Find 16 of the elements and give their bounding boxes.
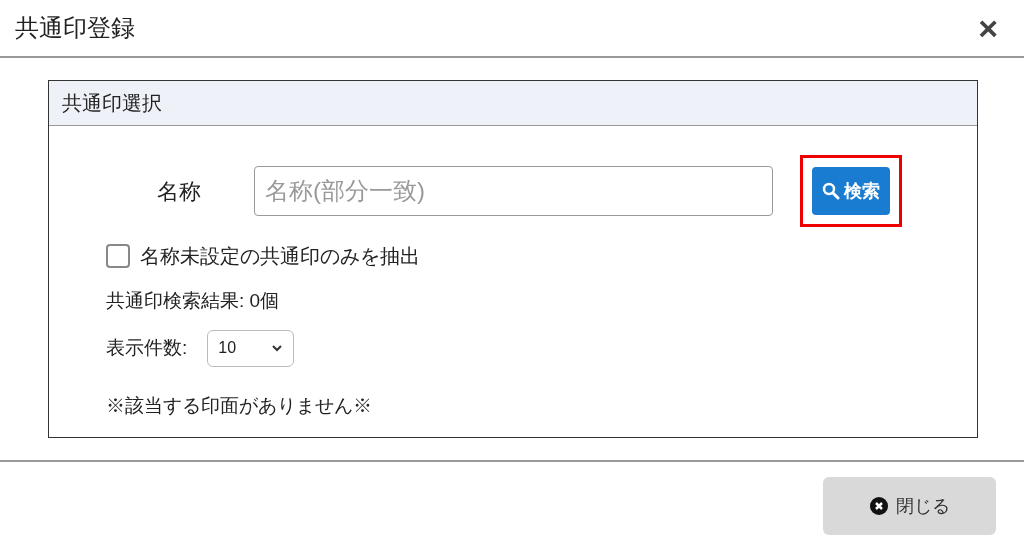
name-input-field[interactable]: 名称(部分一致) — [254, 166, 773, 216]
window-title: 共通印登録 — [15, 13, 135, 43]
page-size-dropdown[interactable]: 10 — [207, 329, 295, 367]
search-icon — [822, 182, 840, 200]
result-count-text: 共通印検索結果: 0個 — [106, 289, 281, 313]
no-results-message: ※該当する印面がありません※ — [106, 393, 373, 418]
panel-title: 共通印選択 — [62, 91, 162, 116]
close-dialog-button[interactable]: 閉じる — [823, 477, 996, 535]
checkbox-label[interactable]: 名称未設定の共通印のみを抽出 — [140, 241, 420, 271]
close-button[interactable]: × — [978, 11, 998, 45]
checkbox[interactable] — [106, 244, 130, 268]
close-circle-icon — [869, 497, 888, 515]
chevron-down-icon — [271, 344, 284, 352]
field-label: 名称 — [156, 177, 202, 206]
page-size-label: 表示件数: — [106, 335, 188, 360]
search-button[interactable]: 検索 — [812, 167, 890, 215]
